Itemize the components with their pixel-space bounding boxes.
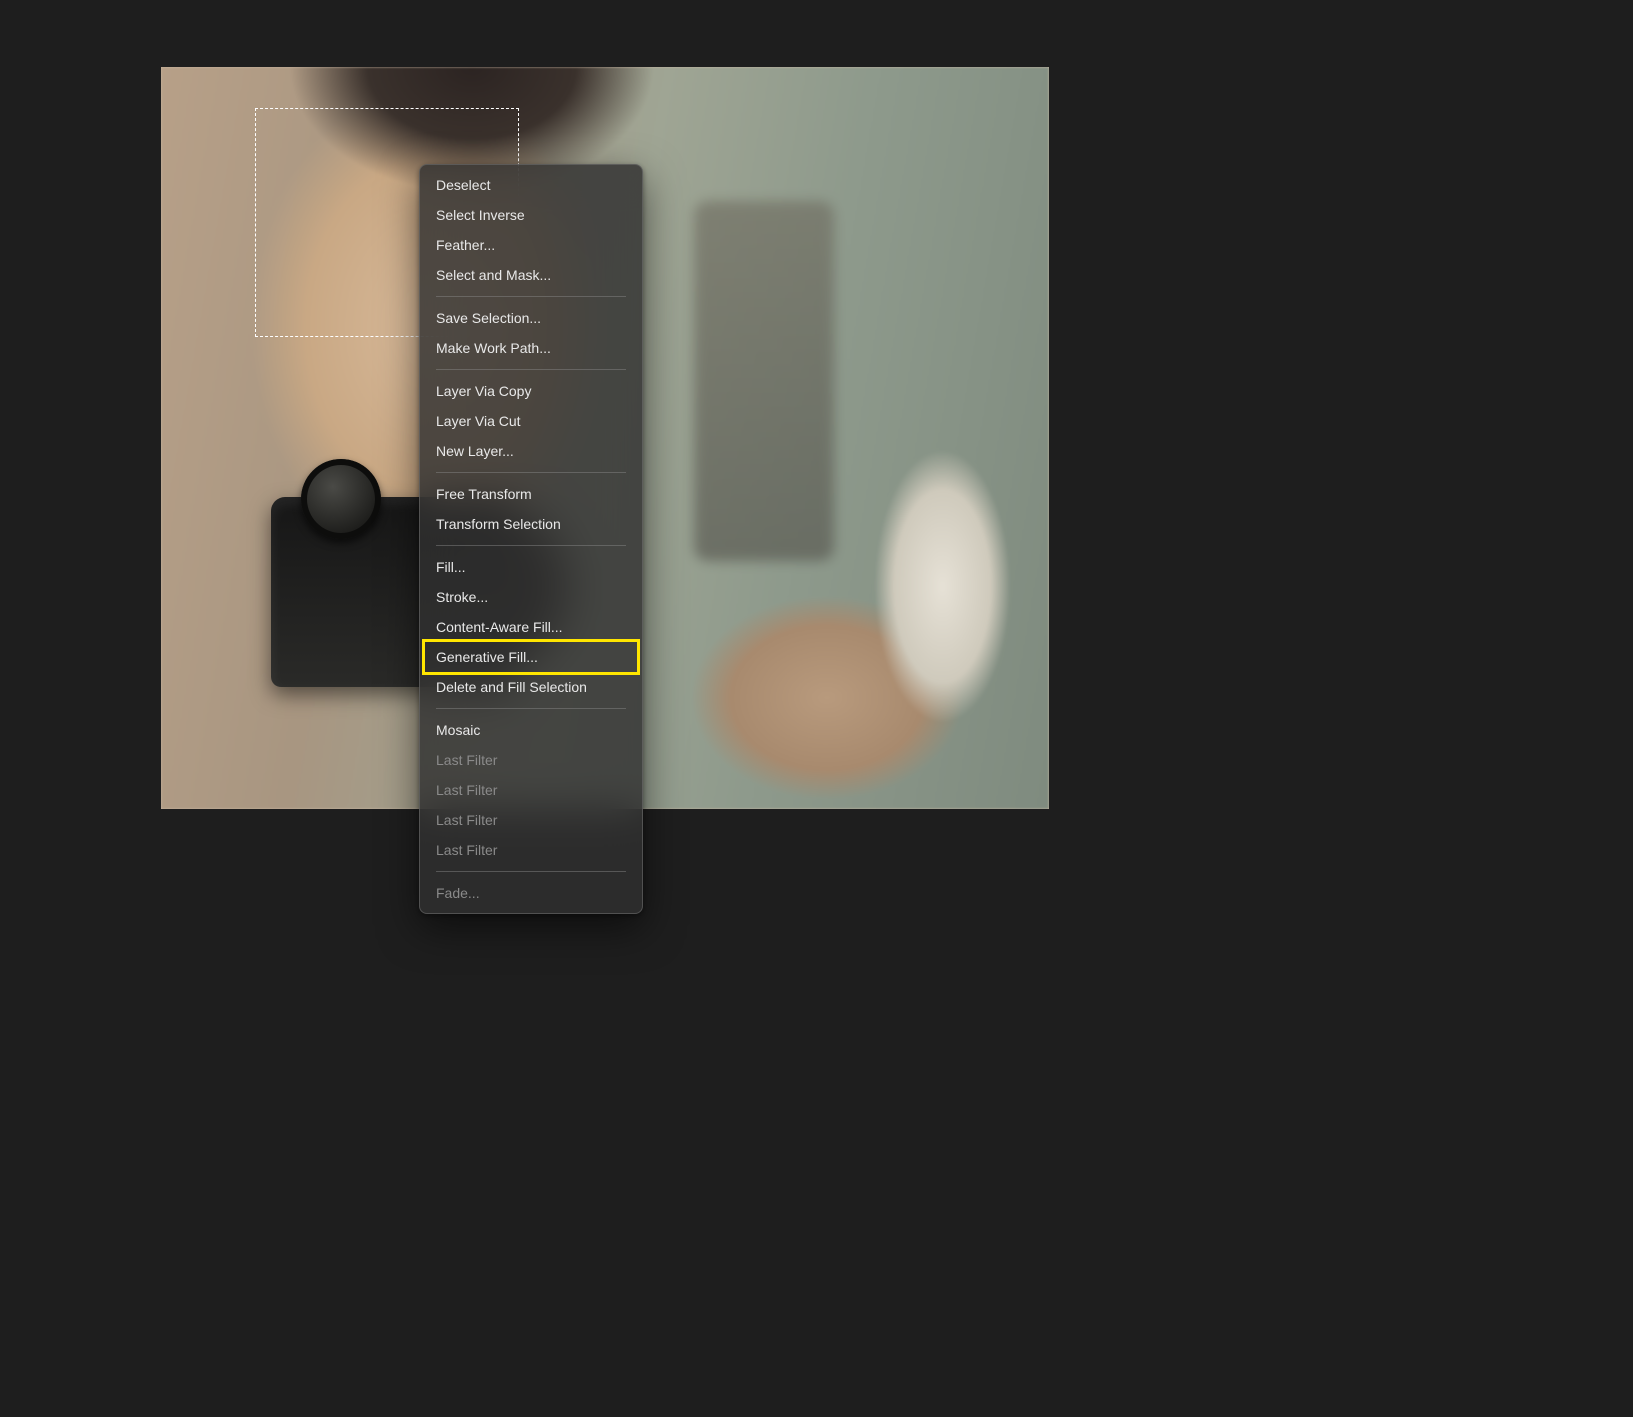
menu-item[interactable]: Feather... — [420, 230, 642, 260]
menu-item[interactable]: Select and Mask... — [420, 260, 642, 290]
menu-item[interactable]: Content-Aware Fill... — [420, 612, 642, 642]
menu-item[interactable]: Generative Fill... — [420, 642, 642, 672]
menu-item: Last Filter — [420, 835, 642, 865]
menu-item[interactable]: New Layer... — [420, 436, 642, 466]
menu-item[interactable]: Delete and Fill Selection — [420, 672, 642, 702]
menu-separator — [436, 545, 626, 546]
menu-item: Last Filter — [420, 745, 642, 775]
menu-item[interactable]: Save Selection... — [420, 303, 642, 333]
context-menu[interactable]: DeselectSelect InverseFeather...Select a… — [419, 164, 643, 914]
menu-separator — [436, 296, 626, 297]
menu-item[interactable]: Transform Selection — [420, 509, 642, 539]
menu-item[interactable]: Layer Via Copy — [420, 376, 642, 406]
menu-item[interactable]: Layer Via Cut — [420, 406, 642, 436]
menu-separator — [436, 708, 626, 709]
menu-separator — [436, 369, 626, 370]
menu-item: Last Filter — [420, 805, 642, 835]
menu-item[interactable]: Deselect — [420, 170, 642, 200]
menu-separator — [436, 472, 626, 473]
menu-item[interactable]: Mosaic — [420, 715, 642, 745]
menu-item[interactable]: Make Work Path... — [420, 333, 642, 363]
menu-item: Fade... — [420, 878, 642, 908]
menu-item[interactable]: Stroke... — [420, 582, 642, 612]
menu-item[interactable]: Fill... — [420, 552, 642, 582]
menu-item: Last Filter — [420, 775, 642, 805]
menu-separator — [436, 871, 626, 872]
menu-item[interactable]: Select Inverse — [420, 200, 642, 230]
menu-item[interactable]: Free Transform — [420, 479, 642, 509]
